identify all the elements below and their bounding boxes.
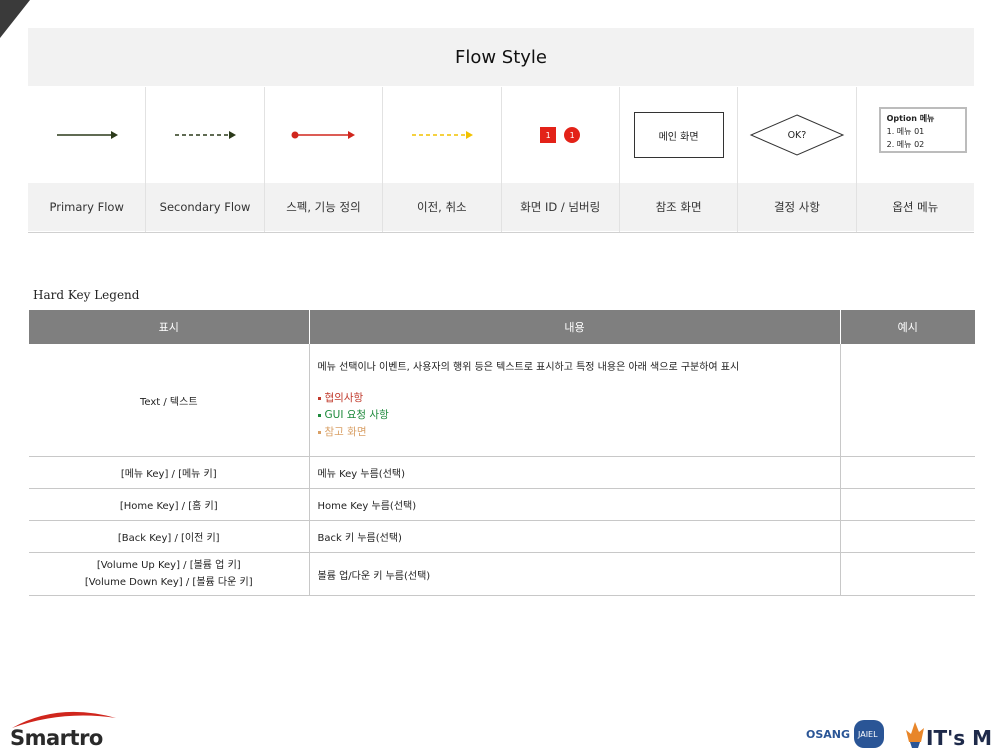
flow-caption: 화면 ID / 넘버링 [501,183,619,231]
flow-cell-spec: 스펙, 기능 정의 [264,87,384,232]
hard-key-legend-title: Hard Key Legend [33,288,140,302]
hard-key-legend-table: 표시 내용 예시 Text / 텍스트 메뉴 선택이나 이벤트, 사용자의 행위… [29,310,975,596]
column-header-example: 예시 [840,310,975,344]
spec-flow-symbol [265,87,382,183]
content-cell: Back 키 누름(선택) [309,520,841,553]
bullet-item: GUI 요청 사항 [317,407,832,424]
flow-cell-reference: 메인 화면 참조 화면 [619,87,739,232]
main-screen-box: 메인 화면 [633,112,724,158]
number-square-badge: 1 [540,127,557,143]
example-cell [840,520,975,553]
page-title: Flow Style [454,46,548,68]
text-description: 메뉴 선택이나 이벤트, 사용자의 행위 등은 텍스트로 표시하고 특정 내용은… [317,362,740,373]
example-cell [840,488,975,521]
decision-symbol: OK? [738,87,855,183]
option-menu-box: Option 메뉴 1. 메뉴 01 2. 메뉴 02 [878,107,967,153]
bullet-square-icon [317,413,321,417]
flow-caption: 이전, 취소 [383,183,501,231]
volume-up-label: [Volume Up Key] / [볼륨 업 키] [96,560,241,571]
display-cell: Text / 텍스트 [29,344,310,457]
solid-arrow-icon [56,131,118,139]
flow-cell-secondary: Secondary Flow [146,87,265,232]
screen-id-symbol: 1 1 [502,87,619,183]
bullet-square-icon [317,396,321,400]
volume-down-label: [Volume Down Key] / [볼륨 다운 키] [84,577,253,588]
flow-caption: 결정 사항 [738,183,856,231]
flow-style-legend: Primary Flow Secondary Flow 스펙, 기능 정의 이전… [28,87,974,233]
reference-screen-symbol: 메인 화면 [620,87,737,183]
corner-decoration [0,0,30,38]
osang-wordmark: OSANG [806,728,851,741]
number-circle-badge: 1 [564,127,581,143]
flow-cell-option: Option 메뉴 1. 메뉴 01 2. 메뉴 02 옵션 메뉴 [856,87,974,232]
flow-caption: 참조 화면 [619,183,738,231]
flow-caption: 옵션 메뉴 [856,183,974,231]
flame-icon [906,722,924,748]
its-m-logo: IT's M [904,714,1008,754]
red-dot-arrow-icon [291,131,356,139]
flow-cell-decision: OK? 결정 사항 [738,87,857,232]
bullet-square-icon [317,430,321,434]
display-cell: [메뉴 Key] / [메뉴 키] [29,456,310,489]
content-cell: 볼륨 업/다운 키 누름(선택) [309,552,841,596]
display-cell: [Volume Up Key] / [볼륨 업 키] [Volume Down … [29,552,310,596]
title-bar: Flow Style [28,28,974,86]
table-row: [Volume Up Key] / [볼륨 업 키] [Volume Down … [29,552,975,596]
bullet-text: 참고 화면 [324,426,367,438]
table-row: [Back Key] / [이전 키] Back 키 누름(선택) [29,520,975,553]
example-cell [840,456,975,489]
example-cell [840,552,975,596]
osang-jaiel-logo: OSANG JAIEL [806,718,886,750]
table-header-row: 표시 내용 예시 [29,310,975,344]
option-menu-item: 2. 메뉴 02 [886,140,925,149]
flow-caption: Primary Flow [28,183,146,231]
display-cell: [Back Key] / [이전 키] [29,520,310,553]
option-menu-item: 1. 메뉴 01 [886,127,925,136]
flow-caption: 스펙, 기능 정의 [264,183,383,231]
back-flow-symbol [383,87,500,183]
content-cell: Home Key 누름(선택) [309,488,841,521]
table-row: [Home Key] / [홈 키] Home Key 누름(선택) [29,488,975,521]
dashed-arrow-icon [175,131,237,139]
flow-caption: Secondary Flow [146,183,264,231]
bullet-item: 협의사항 [317,390,832,407]
table-row: [메뉴 Key] / [메뉴 키] 메뉴 Key 누름(선택) [29,456,975,489]
yellow-dashed-arrow-icon [411,131,473,139]
jaiel-wordmark: JAIEL [858,730,878,739]
column-header-content: 내용 [309,310,841,344]
secondary-flow-symbol [146,87,263,183]
content-cell: 메뉴 Key 누름(선택) [309,456,841,489]
content-cell: 메뉴 선택이나 이벤트, 사용자의 행위 등은 텍스트로 표시하고 특정 내용은… [309,344,841,457]
bullet-text: 협의사항 [324,392,364,404]
option-menu-symbol: Option 메뉴 1. 메뉴 01 2. 메뉴 02 [857,87,974,183]
its-m-wordmark: IT's M [926,726,992,750]
flow-cell-back: 이전, 취소 [383,87,502,232]
display-cell: [Home Key] / [홈 키] [29,488,310,521]
column-header-display: 표시 [29,310,310,344]
primary-flow-symbol [28,87,145,183]
table-row: Text / 텍스트 메뉴 선택이나 이벤트, 사용자의 행위 등은 텍스트로 … [29,344,975,457]
flow-cell-primary: Primary Flow [28,87,147,232]
diamond-label: OK? [787,129,807,141]
example-cell [840,344,975,457]
flow-cell-screen-id: 1 1 화면 ID / 넘버링 [501,87,620,232]
smartro-wordmark: Smartro [10,726,103,750]
bullet-text: GUI 요청 사항 [324,409,389,421]
bullet-item: 참고 화면 [317,424,832,441]
smartro-logo: Smartro [8,708,123,753]
option-menu-title: Option 메뉴 [886,114,935,123]
